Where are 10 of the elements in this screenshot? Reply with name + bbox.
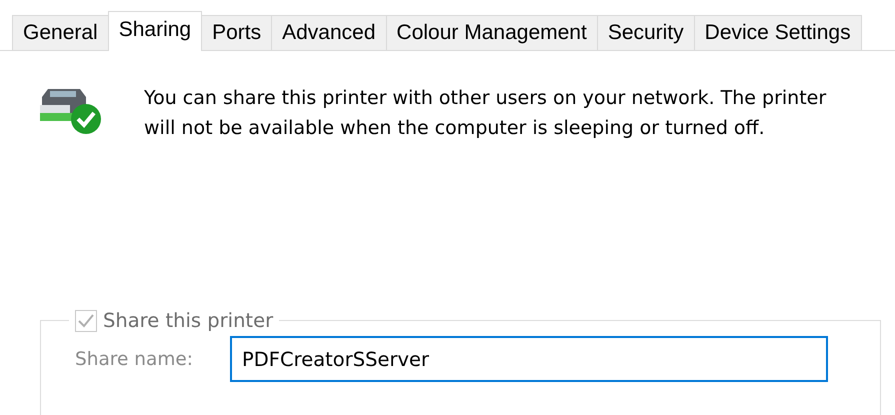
info-text: You can share this printer with other users on your network. The printer will not be available when the computer is sleeping or turned off.: [144, 86, 828, 141]
share-name-label: Share name:: [75, 348, 194, 370]
tab[interactable]: General: [12, 15, 109, 50]
tab[interactable]: Colour Management: [386, 15, 598, 50]
tab[interactable]: Security: [596, 15, 695, 50]
checkbox-label: Share this printer: [103, 309, 274, 332]
tab[interactable]: Advanced: [271, 15, 387, 50]
tab[interactable]: Ports: [201, 15, 272, 50]
tab[interactable]: Sharing: [108, 11, 202, 51]
tab[interactable]: Device Settings: [694, 15, 862, 50]
